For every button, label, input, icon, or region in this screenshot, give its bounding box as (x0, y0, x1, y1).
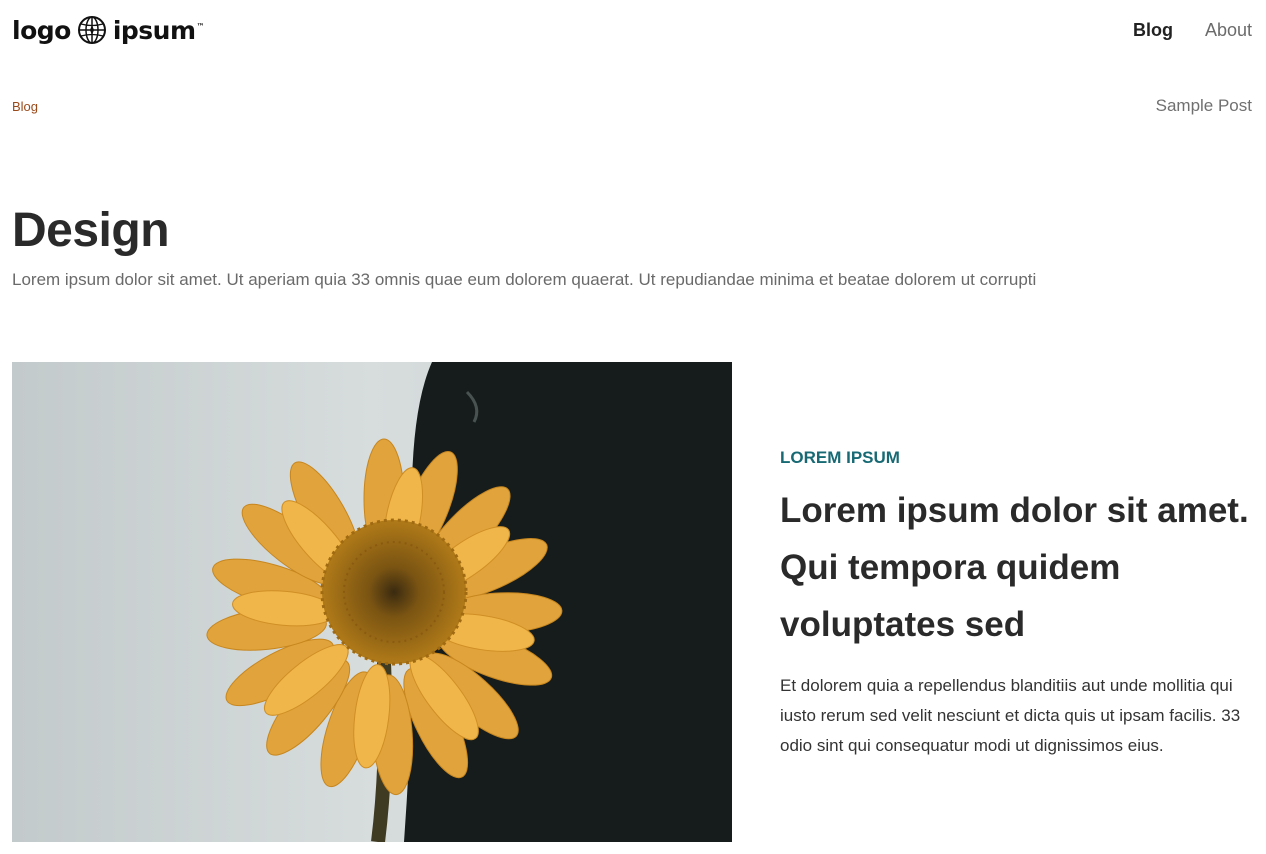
featured-post-image[interactable] (12, 362, 732, 842)
logo-word-2: ipsum™ (112, 15, 205, 45)
page-title: Design (12, 204, 170, 257)
post-title[interactable]: Lorem ipsum dolor sit amet. Qui tempora … (780, 482, 1256, 653)
breadcrumb-link-blog[interactable]: Blog (12, 99, 38, 114)
featured-post-content: LOREM IPSUM Lorem ipsum dolor sit amet. … (780, 448, 1256, 761)
main-nav: Blog About (1133, 20, 1252, 41)
trademark-mark: ™ (196, 22, 205, 32)
page-description: Lorem ipsum dolor sit amet. Ut aperiam q… (12, 270, 1037, 289)
site-header: logo ipsum™ Blog About (12, 10, 1252, 50)
post-tag[interactable]: LOREM IPSUM (780, 448, 1256, 468)
post-excerpt: Et dolorem quia a repellendus blanditiis… (780, 676, 1241, 755)
breadcrumb-current: Sample Post (1155, 96, 1252, 115)
logo-word-1: logo (12, 15, 71, 45)
globe-icon (77, 15, 107, 45)
nav-link-blog[interactable]: Blog (1133, 20, 1173, 41)
breadcrumb: Blog Sample Post (12, 96, 1252, 116)
site-logo[interactable]: logo ipsum™ (12, 15, 205, 45)
nav-link-about[interactable]: About (1205, 20, 1252, 41)
sunflower-photo (12, 362, 732, 842)
